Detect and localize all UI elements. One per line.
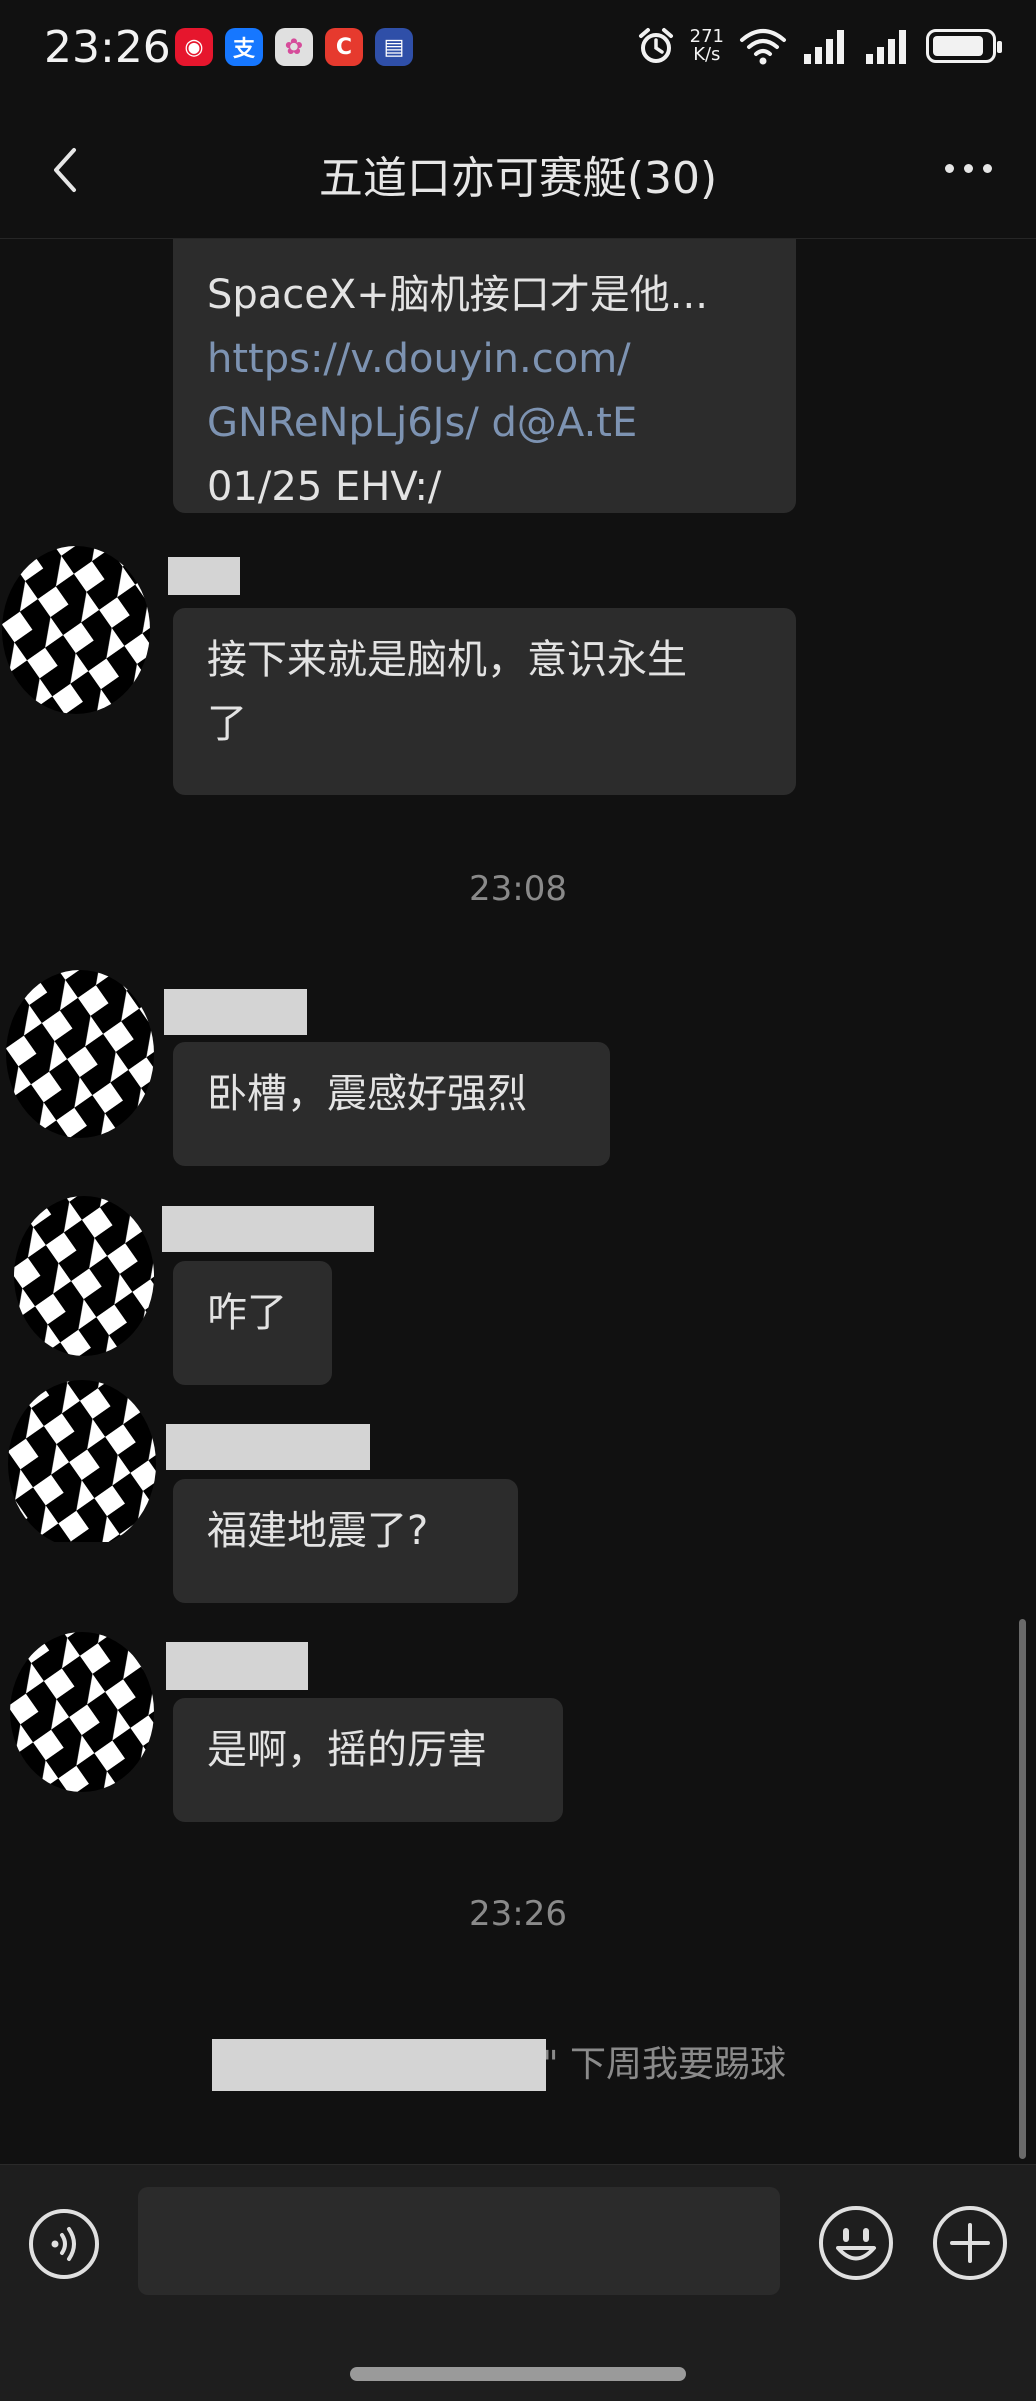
more-functions-button[interactable] xyxy=(930,2203,1010,2283)
alarm-icon xyxy=(638,28,673,63)
sender-name-redacted xyxy=(166,1642,308,1690)
system-message-redacted xyxy=(212,2039,546,2091)
chat-header: 五道口亦可赛艇(30) xyxy=(0,110,1036,239)
sender-name-redacted xyxy=(164,989,307,1035)
signal-icon-2 xyxy=(866,30,906,64)
more-button[interactable] xyxy=(938,148,998,188)
status-right: 271 K/s xyxy=(636,26,1002,66)
message-bubble[interactable]: 福建地震了? xyxy=(173,1479,518,1603)
message-text: 咋了 xyxy=(207,1290,287,1336)
message-text: SpaceX+脑机接口才是他... xyxy=(207,272,708,318)
message-input[interactable] xyxy=(138,2187,780,2295)
system-message-text: " 下周我要踢球 xyxy=(542,2044,787,2085)
chat-area[interactable]: SpaceX+脑机接口才是他... https://v.douyin.com/ … xyxy=(0,239,1036,2164)
sender-name-redacted xyxy=(168,557,240,595)
avatar[interactable] xyxy=(8,1191,160,1361)
status-bar: 23:26 ◉ 支 ✿ C ▤ 271 K/s xyxy=(0,0,1036,100)
message-bubble[interactable]: 接下来就是脑机，意识永生 了 xyxy=(173,608,796,795)
message-text: 福建地震了? xyxy=(207,1508,429,1554)
message-text: 了 xyxy=(207,701,247,747)
message-bubble[interactable]: 卧槽，震感好强烈 xyxy=(173,1042,610,1166)
message-text: 卧槽，震感好强烈 xyxy=(207,1071,527,1117)
card-app-icon: ▤ xyxy=(375,28,413,66)
photos-icon: ✿ xyxy=(275,28,313,66)
more-dot-icon xyxy=(963,163,973,173)
voice-input-button[interactable] xyxy=(27,2207,101,2281)
weibo-icon: ◉ xyxy=(175,28,213,66)
message-link[interactable]: https://v.douyin.com/ xyxy=(207,327,762,391)
battery-icon xyxy=(926,29,1002,63)
message-bubble-link[interactable]: SpaceX+脑机接口才是他... https://v.douyin.com/ … xyxy=(173,239,796,513)
alipay-icon: 支 xyxy=(225,28,263,66)
notification-icons: ◉ 支 ✿ C ▤ xyxy=(175,28,413,66)
net-speed: 271 K/s xyxy=(690,28,724,64)
more-dot-icon xyxy=(982,163,992,173)
emoji-button[interactable] xyxy=(816,2203,896,2283)
sender-name-redacted xyxy=(166,1424,370,1470)
status-time: 23:26 xyxy=(44,22,171,73)
avatar[interactable] xyxy=(6,1372,158,1542)
message-text: 01/25 EHV:/ xyxy=(207,464,442,510)
timestamp: 23:26 xyxy=(469,1894,567,1934)
message-text: 是啊，摇的厉害 xyxy=(207,1727,487,1773)
avatar[interactable] xyxy=(0,545,152,715)
message-bubble[interactable]: 是啊，摇的厉害 xyxy=(173,1698,563,1822)
c-app-icon: C xyxy=(325,28,363,66)
message-text: 接下来就是脑机，意识永生 xyxy=(207,637,687,683)
net-speed-unit: K/s xyxy=(693,44,721,65)
signal-icon-1 xyxy=(804,30,844,64)
scrollbar[interactable] xyxy=(1019,1619,1026,2159)
sender-name-redacted xyxy=(162,1206,374,1252)
input-bar xyxy=(0,2164,1036,2401)
wifi-icon xyxy=(740,29,786,65)
home-indicator[interactable] xyxy=(350,2367,686,2381)
more-dot-icon xyxy=(944,163,954,173)
avatar[interactable] xyxy=(6,1627,158,1797)
message-bubble[interactable]: 咋了 xyxy=(173,1261,332,1385)
timestamp: 23:08 xyxy=(469,869,567,909)
message-link[interactable]: GNReNpLj6Js/ d@A.tE xyxy=(207,391,762,455)
chat-title: 五道口亦可赛艇(30) xyxy=(318,153,718,204)
avatar[interactable] xyxy=(4,969,156,1139)
